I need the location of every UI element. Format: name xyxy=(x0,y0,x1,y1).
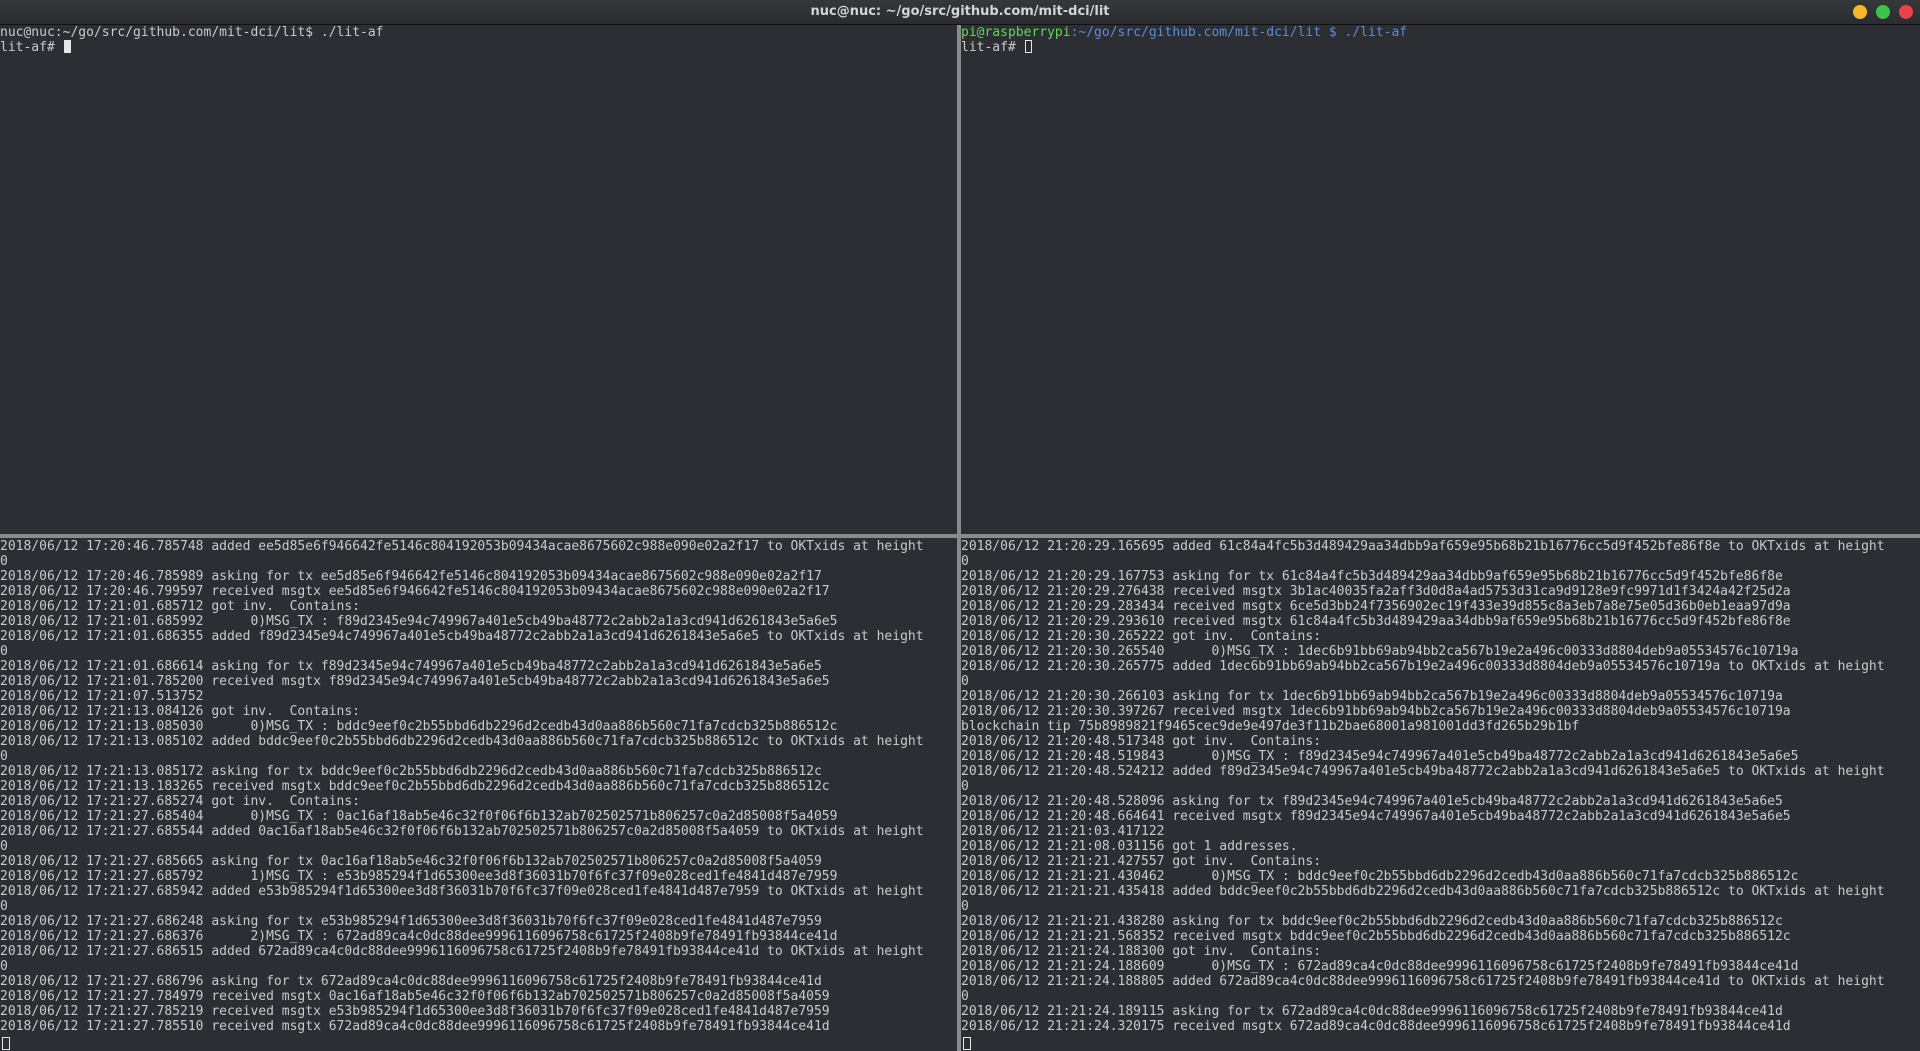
log-line: 0 xyxy=(961,989,969,1004)
cursor xyxy=(1024,40,1032,53)
log-line: 2018/06/12 17:21:27.686248 asking for tx… xyxy=(0,914,822,929)
log-line: 2018/06/12 21:20:48.664641 received msgt… xyxy=(961,809,1791,824)
terminal-pane-bottom-left[interactable]: 2018/06/12 17:20:46.785748 added ee5d85e… xyxy=(0,538,957,1051)
log-line: 2018/06/12 17:21:27.686515 added 672ad89… xyxy=(0,944,924,959)
log-line: 2018/06/12 21:20:30.397267 received msgt… xyxy=(961,704,1791,719)
log-line: 2018/06/12 21:20:48.524212 added f89d234… xyxy=(961,764,1885,779)
log-line: 0 xyxy=(0,959,8,974)
log-line: 2018/06/12 17:21:01.685712 got inv. Cont… xyxy=(0,599,361,614)
log-line: 2018/06/12 21:21:21.430462 0)MSG_TX : bd… xyxy=(961,869,1799,884)
log-line: 2018/06/12 21:21:21.438280 asking for tx… xyxy=(961,914,1783,929)
log-line: 2018/06/12 17:21:27.685942 added e53b985… xyxy=(0,884,924,899)
log-line: 2018/06/12 17:21:27.785510 received msgt… xyxy=(0,1019,830,1034)
log-line: 2018/06/12 21:21:21.435418 added bddc9ee… xyxy=(961,884,1885,899)
terminal-pane-bottom-right[interactable]: 2018/06/12 21:20:29.165695 added 61c84a4… xyxy=(961,538,1920,1051)
maximize-button[interactable] xyxy=(1876,5,1890,19)
window-title: nuc@nuc: ~/go/src/github.com/mit-dci/lit xyxy=(810,4,1110,19)
shell-prompt-line: pi@raspberrypi:~/go/src/github.com/mit-d… xyxy=(961,25,1920,40)
cursor xyxy=(2,1037,10,1050)
lit-prompt-line[interactable]: lit-af# xyxy=(961,40,1920,55)
cursor xyxy=(63,40,71,53)
log-line: blockchain tip 75b8989821f9465cec9de9e49… xyxy=(961,719,1580,734)
log-line: 2018/06/12 17:21:27.685274 got inv. Cont… xyxy=(0,794,361,809)
log-line: 2018/06/12 21:21:21.568352 received msgt… xyxy=(961,929,1791,944)
log-line: 2018/06/12 21:20:30.266103 asking for tx… xyxy=(961,689,1783,704)
terminal-pane-top-left[interactable]: nuc@nuc:~/go/src/github.com/mit-dci/lit$… xyxy=(0,25,957,534)
log-line: 2018/06/12 21:20:30.265222 got inv. Cont… xyxy=(961,629,1322,644)
log-line: 2018/06/12 17:21:13.085030 0)MSG_TX : bd… xyxy=(0,719,838,734)
log-line: 2018/06/12 17:21:27.784979 received msgt… xyxy=(0,989,830,1004)
log-line: 2018/06/12 17:20:46.799597 received msgt… xyxy=(0,584,830,599)
log-line: 2018/06/12 17:20:46.785989 asking for tx… xyxy=(0,569,822,584)
log-line: 2018/06/12 21:21:21.427557 got inv. Cont… xyxy=(961,854,1322,869)
log-line: 2018/06/12 17:21:27.685404 0)MSG_TX : 0a… xyxy=(0,809,838,824)
log-output: 2018/06/12 17:20:46.785748 added ee5d85e… xyxy=(0,539,957,1034)
log-line: 2018/06/12 17:21:13.085172 asking for tx… xyxy=(0,764,822,779)
log-line: 2018/06/12 21:21:24.188300 got inv. Cont… xyxy=(961,944,1322,959)
log-line: 0 xyxy=(0,839,8,854)
log-line: 2018/06/12 21:21:03.417122 xyxy=(961,824,1165,839)
log-line: 2018/06/12 21:21:24.188805 added 672ad89… xyxy=(961,974,1885,989)
window-titlebar[interactable]: nuc@nuc: ~/go/src/github.com/mit-dci/lit xyxy=(0,0,1920,25)
lit-prompt: lit-af# xyxy=(961,40,1024,55)
log-line: 2018/06/12 17:21:27.686796 asking for tx… xyxy=(0,974,822,989)
log-line: 2018/06/12 21:20:48.528096 asking for tx… xyxy=(961,794,1783,809)
log-line: 2018/06/12 17:21:13.183265 received msgt… xyxy=(0,779,830,794)
log-line: 2018/06/12 17:21:01.686355 added f89d234… xyxy=(0,629,924,644)
log-line: 2018/06/12 21:20:29.293610 received msgt… xyxy=(961,614,1791,629)
log-line: 2018/06/12 21:20:29.276438 received msgt… xyxy=(961,584,1791,599)
shell-prompt-line: nuc@nuc:~/go/src/github.com/mit-dci/lit$… xyxy=(0,25,957,40)
log-line: 2018/06/12 17:21:27.685665 asking for tx… xyxy=(0,854,822,869)
log-line: 2018/06/12 21:20:30.265540 0)MSG_TX : 1d… xyxy=(961,644,1799,659)
log-line: 0 xyxy=(0,644,8,659)
log-line: 2018/06/12 21:21:24.188609 0)MSG_TX : 67… xyxy=(961,959,1799,974)
log-line: 2018/06/12 17:21:13.085102 added bddc9ee… xyxy=(0,734,924,749)
pane-divider-vertical[interactable] xyxy=(957,25,961,1051)
log-line: 2018/06/12 21:20:48.519843 0)MSG_TX : f8… xyxy=(961,749,1799,764)
log-line: 2018/06/12 21:21:24.320175 received msgt… xyxy=(961,1019,1791,1034)
log-line: 0 xyxy=(0,554,8,569)
shell-command: nuc@nuc:~/go/src/github.com/mit-dci/lit$… xyxy=(0,25,384,40)
log-line: 2018/06/12 21:21:24.189115 asking for tx… xyxy=(961,1004,1783,1019)
log-line: 2018/06/12 17:21:01.686614 asking for tx… xyxy=(0,659,822,674)
log-line: 2018/06/12 17:21:27.785219 received msgt… xyxy=(0,1004,830,1019)
log-line: 2018/06/12 21:20:30.265775 added 1dec6b9… xyxy=(961,659,1885,674)
lit-prompt: lit-af# xyxy=(0,40,63,55)
pane-divider-horizontal-right[interactable] xyxy=(961,534,1920,538)
log-line: 2018/06/12 17:21:01.785200 received msgt… xyxy=(0,674,830,689)
log-line: 2018/06/12 17:21:13.084126 got inv. Cont… xyxy=(0,704,361,719)
log-line: 2018/06/12 17:21:27.685544 added 0ac16af… xyxy=(0,824,924,839)
log-line: 0 xyxy=(0,749,8,764)
minimize-button[interactable] xyxy=(1853,5,1867,19)
prompt-user: pi@raspberrypi xyxy=(961,25,1071,40)
log-line: 0 xyxy=(0,899,8,914)
log-line: 0 xyxy=(961,779,969,794)
log-line: 0 xyxy=(961,899,969,914)
log-line: 2018/06/12 21:20:29.167753 asking for tx… xyxy=(961,569,1783,584)
log-line: 2018/06/12 17:21:27.685792 1)MSG_TX : e5… xyxy=(0,869,838,884)
cursor xyxy=(963,1037,971,1050)
log-line: 2018/06/12 21:20:48.517348 got inv. Cont… xyxy=(961,734,1322,749)
log-line: 2018/06/12 21:21:08.031156 got 1 address… xyxy=(961,839,1298,854)
close-button[interactable] xyxy=(1899,5,1913,19)
log-line: 0 xyxy=(961,554,969,569)
log-line: 0 xyxy=(961,674,969,689)
shell-command: :~/go/src/github.com/mit-dci/lit $ ./lit… xyxy=(1070,25,1408,40)
terminal-pane-top-right[interactable]: pi@raspberrypi:~/go/src/github.com/mit-d… xyxy=(961,25,1920,534)
log-line: 2018/06/12 17:21:07.513752 xyxy=(0,689,204,704)
log-line: 2018/06/12 17:21:27.686376 2)MSG_TX : 67… xyxy=(0,929,838,944)
log-line: 2018/06/12 21:20:29.283434 received msgt… xyxy=(961,599,1791,614)
lit-prompt-line[interactable]: lit-af# xyxy=(0,40,957,55)
pane-divider-horizontal-left[interactable] xyxy=(0,534,957,538)
log-line: 2018/06/12 17:21:01.685992 0)MSG_TX : f8… xyxy=(0,614,838,629)
log-output: 2018/06/12 21:20:29.165695 added 61c84a4… xyxy=(961,539,1920,1034)
log-line: 2018/06/12 21:20:29.165695 added 61c84a4… xyxy=(961,539,1885,554)
log-line: 2018/06/12 17:20:46.785748 added ee5d85e… xyxy=(0,539,924,554)
